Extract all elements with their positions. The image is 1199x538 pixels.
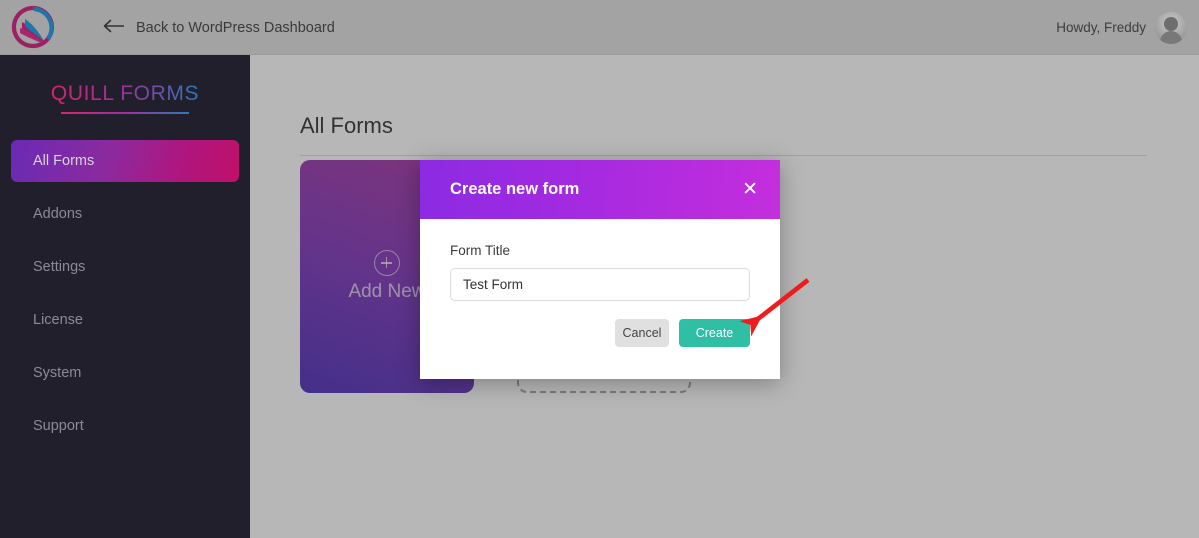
sidebar-item-system[interactable]: System [11, 352, 239, 394]
avatar[interactable] [1155, 12, 1187, 44]
sidebar-nav: All Forms Addons Settings License System… [0, 140, 250, 447]
back-to-wordpress-dashboard-link[interactable]: Back to WordPress Dashboard [103, 0, 335, 55]
sidebar-item-label: Addons [33, 206, 82, 222]
nav-spacer [0, 235, 250, 246]
close-icon[interactable]: ✕ [740, 176, 760, 203]
sidebar-brand: QUILL FORMS [0, 82, 250, 114]
nav-spacer [0, 288, 250, 299]
arrow-left-icon [103, 19, 125, 37]
form-title-input[interactable] [450, 268, 750, 301]
sidebar-item-label: Support [33, 418, 84, 434]
sidebar-item-license[interactable]: License [11, 299, 239, 341]
brand-underline [61, 112, 189, 114]
nav-spacer [0, 182, 250, 193]
create-button[interactable]: Create [679, 319, 750, 347]
modal-header: Create new form ✕ [420, 160, 780, 219]
sidebar-item-support[interactable]: Support [11, 405, 239, 447]
back-link-label: Back to WordPress Dashboard [136, 20, 335, 36]
sidebar-item-settings[interactable]: Settings [11, 246, 239, 288]
sidebar: QUILL FORMS All Forms Addons Settings Li… [0, 55, 250, 538]
cancel-button[interactable]: Cancel [615, 319, 669, 347]
user-greeting-area[interactable]: Howdy, Freddy [1056, 0, 1187, 55]
greeting-text: Howdy, Freddy [1056, 20, 1146, 35]
sidebar-item-addons[interactable]: Addons [11, 193, 239, 235]
sidebar-item-label: System [33, 365, 81, 381]
form-title-label: Form Title [450, 243, 750, 258]
nav-spacer [0, 394, 250, 405]
modal-actions: Cancel Create [450, 319, 750, 347]
modal-title: Create new form [450, 180, 579, 199]
create-new-form-modal: Create new form ✕ Form Title Cancel Crea… [420, 160, 780, 379]
top-bar: Back to WordPress Dashboard Howdy, Fredd… [0, 0, 1199, 55]
quill-forms-logo-icon[interactable] [8, 3, 58, 53]
sidebar-item-all-forms[interactable]: All Forms [11, 140, 239, 182]
modal-body: Form Title Cancel Create [420, 219, 780, 347]
sidebar-item-label: Settings [33, 259, 85, 275]
brand-title: QUILL FORMS [51, 82, 199, 106]
sidebar-item-label: All Forms [33, 153, 94, 169]
nav-spacer [0, 341, 250, 352]
sidebar-item-label: License [33, 312, 83, 328]
